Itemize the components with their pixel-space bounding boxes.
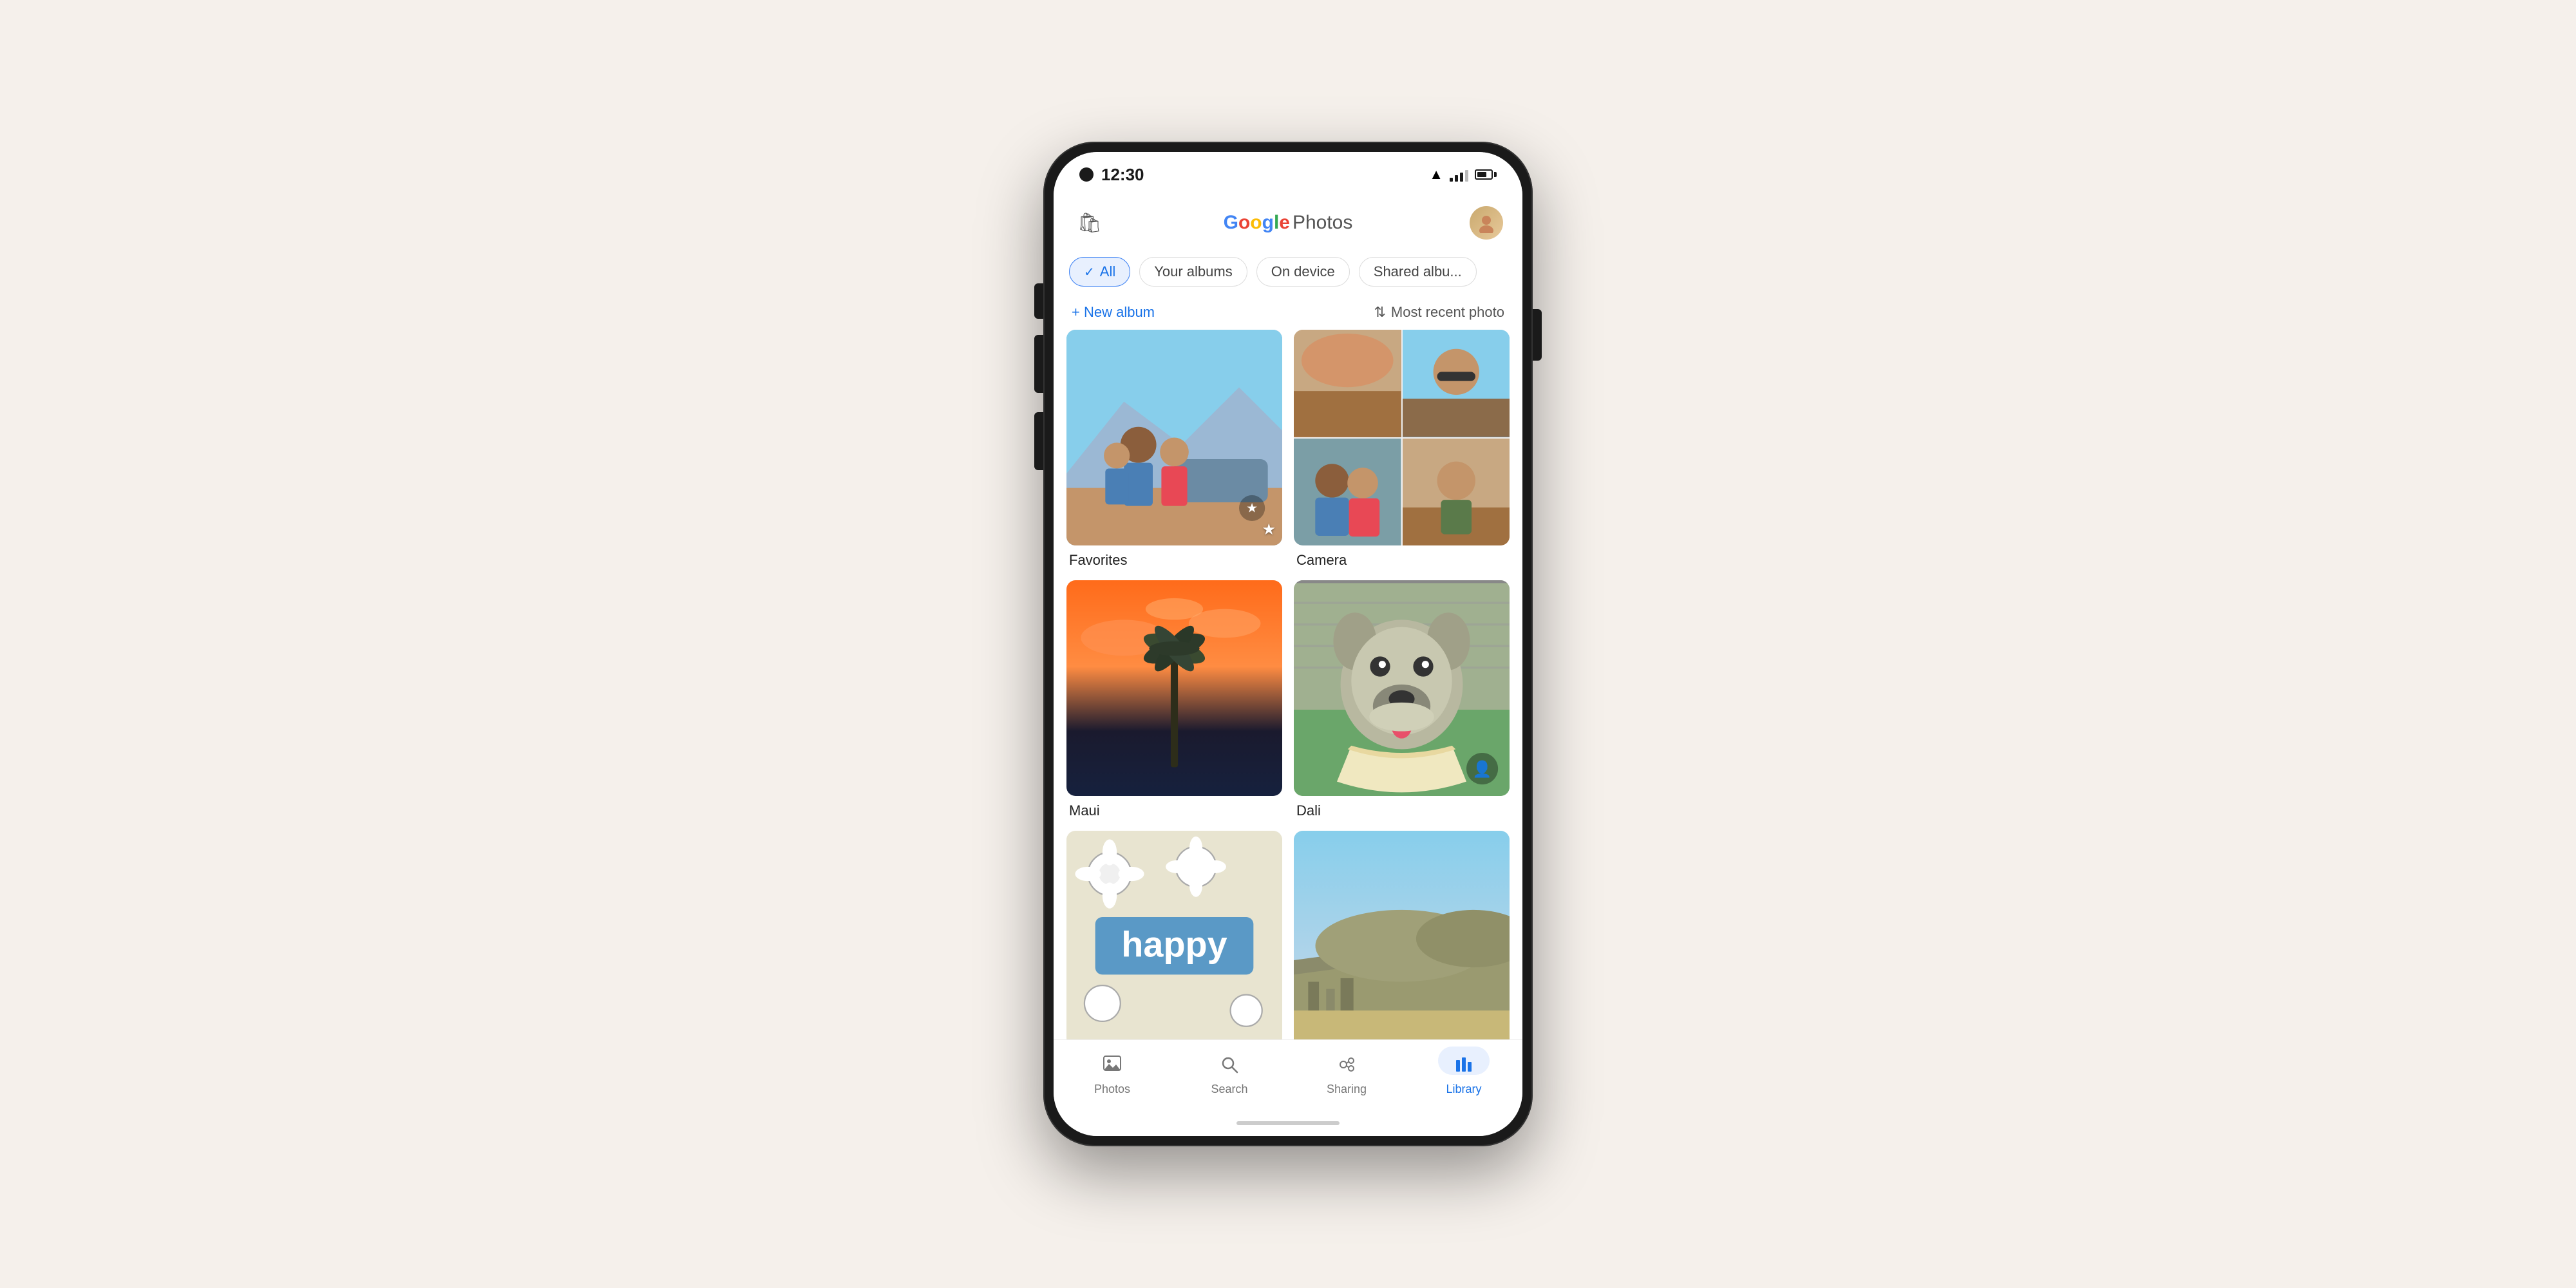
album-thumb-dali: 👤 [1294,580,1510,796]
sort-icon: ⇅ [1374,304,1385,321]
album-landscape[interactable] [1294,831,1510,1039]
status-icons: ▲ [1429,166,1497,183]
photos-icon [1103,1055,1122,1079]
content-area: + New album ⇅ Most recent photo [1054,295,1522,1039]
nav-library[interactable]: Library [1405,1040,1522,1110]
album-happy[interactable]: happy [1066,831,1282,1039]
filter-chip-shared[interactable]: Shared albu... [1359,257,1477,287]
action-row: + New album ⇅ Most recent photo [1054,295,1522,330]
library-icon [1454,1055,1473,1079]
new-album-label: + New album [1072,304,1155,321]
album-thumb-maui [1066,580,1282,796]
nav-search-label: Search [1211,1083,1247,1096]
home-indicator [1054,1110,1522,1136]
new-album-button[interactable]: + New album [1072,304,1155,321]
avatar[interactable] [1470,206,1503,240]
nav-search[interactable]: Search [1171,1040,1288,1110]
filter-chip-your-albums-label: Your albums [1154,263,1232,280]
album-maui-label: Maui [1066,802,1282,819]
album-favorites-label: Favorites [1066,552,1282,569]
volume-down-button[interactable] [1034,412,1043,470]
filter-row: ✓ All Your albums On device Shared albu.… [1054,249,1522,295]
nav-photos-label: Photos [1094,1083,1130,1096]
album-camera[interactable]: Camera [1294,330,1510,569]
top-bar: 🛍 G o o g l e Photos [1054,197,1522,249]
sort-label: Most recent photo [1391,304,1504,321]
filter-chip-on-device[interactable]: On device [1256,257,1350,287]
filter-chip-shared-label: Shared albu... [1374,263,1462,280]
filter-chip-on-device-label: On device [1271,263,1335,280]
battery-icon [1475,169,1497,180]
album-favorites[interactable]: ★ Favorites [1066,330,1282,569]
nav-sharing-label: Sharing [1327,1083,1367,1096]
search-icon [1220,1055,1239,1079]
shop-icon: 🛍 [1077,212,1102,234]
svg-text:★: ★ [1246,502,1258,516]
album-thumb-landscape [1294,831,1510,1039]
filter-chip-all[interactable]: ✓ All [1069,257,1130,287]
filter-chip-all-label: All [1100,263,1115,280]
svg-text:👤: 👤 [1472,760,1492,779]
album-thumb-camera [1294,330,1510,545]
status-bar: 12:30 ▲ [1054,152,1522,197]
volume-up-button[interactable] [1034,335,1043,393]
wifi-icon: ▲ [1429,166,1443,183]
album-camera-label: Camera [1294,552,1510,569]
nav-photos[interactable]: Photos [1054,1040,1171,1110]
nav-sharing[interactable]: Sharing [1288,1040,1405,1110]
home-bar [1236,1121,1340,1125]
shop-button[interactable]: 🛍 [1073,206,1106,240]
filter-chip-your-albums[interactable]: Your albums [1139,257,1247,287]
album-thumb-favorites: ★ [1066,330,1282,545]
app-logo: G o o g l e Photos [1224,212,1353,234]
camera-dot [1079,167,1094,182]
phone-frame: 12:30 ▲ 🛍 [1043,142,1533,1146]
status-time: 12:30 [1101,165,1144,185]
bottom-nav: Photos Search [1054,1039,1522,1110]
svg-text:happy: happy [1121,923,1227,964]
phone-screen: 12:30 ▲ 🛍 [1054,152,1522,1136]
album-thumb-happy: happy [1066,831,1282,1039]
power-button[interactable] [1533,309,1542,361]
nav-library-label: Library [1446,1083,1481,1096]
sharing-icon [1337,1055,1356,1079]
album-dali[interactable]: 👤 Dali [1294,580,1510,819]
check-icon: ✓ [1084,264,1095,280]
mute-button[interactable] [1034,283,1043,319]
album-maui[interactable]: Maui [1066,580,1282,819]
albums-grid: ★ Favorites [1054,330,1522,1039]
signal-icon [1450,167,1468,182]
sort-button[interactable]: ⇅ Most recent photo [1374,304,1504,321]
album-dali-label: Dali [1294,802,1510,819]
